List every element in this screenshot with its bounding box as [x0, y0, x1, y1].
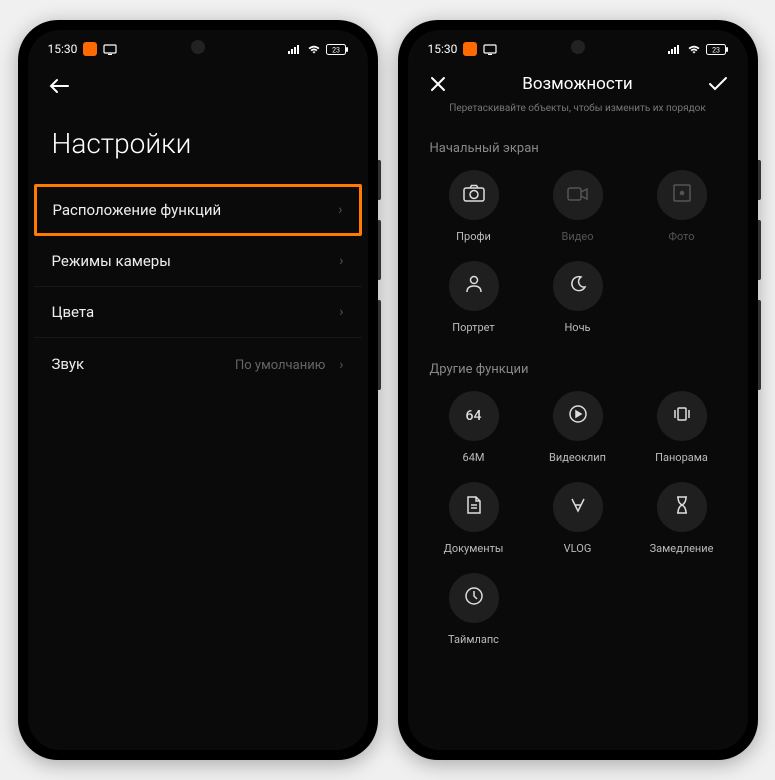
document-icon [466, 495, 482, 519]
camera-icon [463, 184, 485, 206]
section-home-screen-label: Начальный экран [408, 127, 748, 166]
wifi-icon [687, 44, 701, 54]
mode-label: Таймлапс [448, 633, 499, 646]
mode-label: 64М [463, 451, 485, 464]
svg-text:23: 23 [332, 46, 340, 54]
page-title: Настройки [28, 109, 368, 184]
mode-label: VLOG [564, 542, 592, 555]
back-button[interactable] [48, 76, 70, 101]
mode-panorama[interactable]: Панорама [630, 391, 734, 464]
signal-icon [288, 44, 302, 54]
mode-label: Фото [669, 230, 695, 243]
mode-label: Ночь [564, 321, 590, 334]
other-functions-grid: 64 64М Видеоклип Панорама [408, 387, 748, 660]
mode-documents[interactable]: Документы [422, 482, 526, 555]
panorama-icon [671, 406, 693, 426]
mode-label: Панорама [655, 451, 708, 464]
hourglass-icon [674, 495, 690, 519]
signal-icon [668, 44, 682, 54]
status-time: 15:30 [428, 42, 458, 56]
chevron-right-icon: › [338, 202, 342, 218]
status-time: 15:30 [48, 42, 78, 56]
settings-item-label: Режимы камеры [52, 252, 171, 270]
mode-label: Видеоклип [549, 451, 606, 464]
status-app-icon [83, 42, 97, 56]
settings-item-camera-modes[interactable]: Режимы камеры › [34, 236, 362, 287]
mode-label: Видео [562, 230, 594, 243]
settings-item-sound[interactable]: Звук По умолчанию › [34, 338, 362, 389]
battery-icon: 23 [706, 44, 728, 55]
wifi-icon [307, 44, 321, 54]
chevron-right-icon: › [339, 357, 343, 373]
settings-item-label: Расположение функций [53, 201, 222, 219]
status-app-icon [463, 42, 477, 56]
confirm-button[interactable] [706, 76, 730, 92]
close-button[interactable] [426, 75, 450, 93]
mode-label: Профи [456, 230, 491, 243]
moon-icon [569, 275, 587, 297]
screen-cast-icon [103, 44, 117, 55]
person-icon [464, 274, 484, 298]
settings-item-function-layout[interactable]: Расположение функций › [34, 184, 362, 236]
dot-square-icon [672, 183, 692, 207]
section-other-label: Другие функции [408, 348, 748, 387]
phone-right: 15:30 23 [398, 20, 758, 760]
mode-night[interactable]: Ночь [526, 261, 630, 334]
mode-label: Документы [444, 542, 504, 555]
mode-label: Портрет [452, 321, 494, 334]
mode-timelapse[interactable]: Таймлапс [422, 573, 526, 646]
mode-portrait[interactable]: Портрет [422, 261, 526, 334]
svg-text:23: 23 [712, 46, 720, 54]
chevron-right-icon: › [339, 253, 343, 269]
vlog-icon [568, 495, 588, 519]
settings-item-colors[interactable]: Цвета › [34, 287, 362, 338]
mode-vlog[interactable]: VLOG [526, 482, 630, 555]
chevron-right-icon: › [339, 304, 343, 320]
text-64-icon: 64 [466, 408, 482, 424]
mode-video[interactable]: Видео [526, 170, 630, 243]
settings-item-label: Цвета [52, 303, 95, 321]
settings-item-label: Звук [52, 355, 85, 373]
battery-icon: 23 [326, 44, 348, 55]
screen-cast-icon [483, 44, 497, 55]
settings-list: Расположение функций › Режимы камеры › Ц… [28, 184, 368, 389]
phone-left: 15:30 23 [18, 20, 378, 760]
mode-photo[interactable]: Фото [630, 170, 734, 243]
mode-label: Замедление [650, 542, 714, 555]
play-circle-icon [568, 404, 588, 428]
mode-slowmo[interactable]: Замедление [630, 482, 734, 555]
videocam-icon [567, 186, 589, 205]
settings-item-value: По умолчанию [235, 358, 325, 373]
header-subtitle: Перетаскивайте объекты, чтобы изменить и… [408, 102, 748, 127]
clock-icon [464, 586, 484, 610]
home-screen-grid: Профи Видео Фото [408, 166, 748, 348]
mode-profi[interactable]: Профи [422, 170, 526, 243]
header-title: Возможности [450, 74, 706, 94]
mode-64m[interactable]: 64 64М [422, 391, 526, 464]
mode-videoclip[interactable]: Видеоклип [526, 391, 630, 464]
